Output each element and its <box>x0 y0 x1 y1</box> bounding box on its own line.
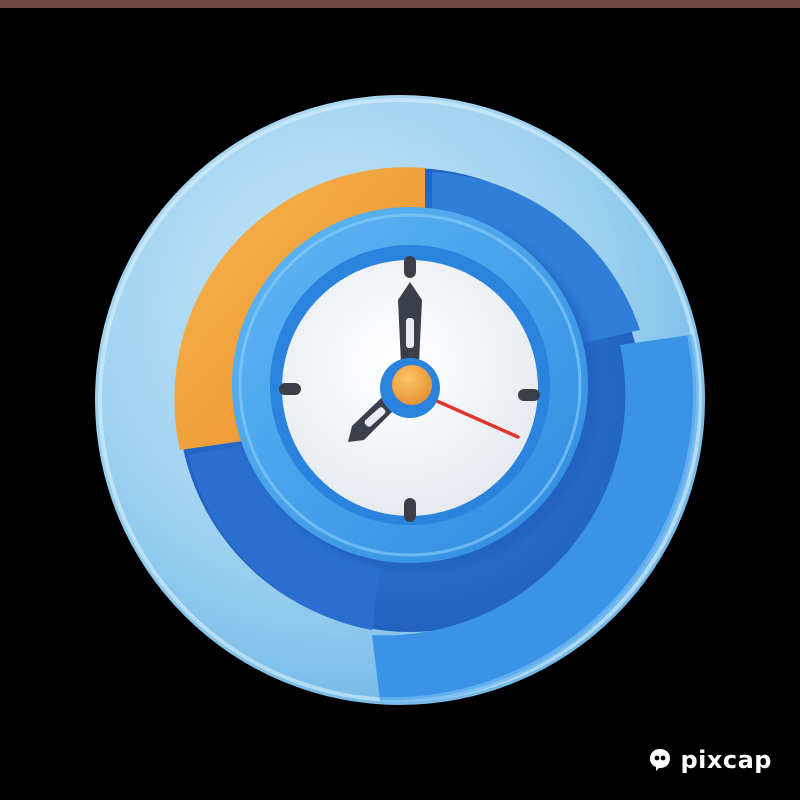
clock-chart-illustration <box>95 95 705 705</box>
image-canvas: pixcap <box>0 0 800 800</box>
center-cap <box>380 358 440 418</box>
watermark: pixcap <box>647 746 773 774</box>
watermark-text: pixcap <box>680 746 772 774</box>
pixcap-logo-icon <box>649 749 670 771</box>
